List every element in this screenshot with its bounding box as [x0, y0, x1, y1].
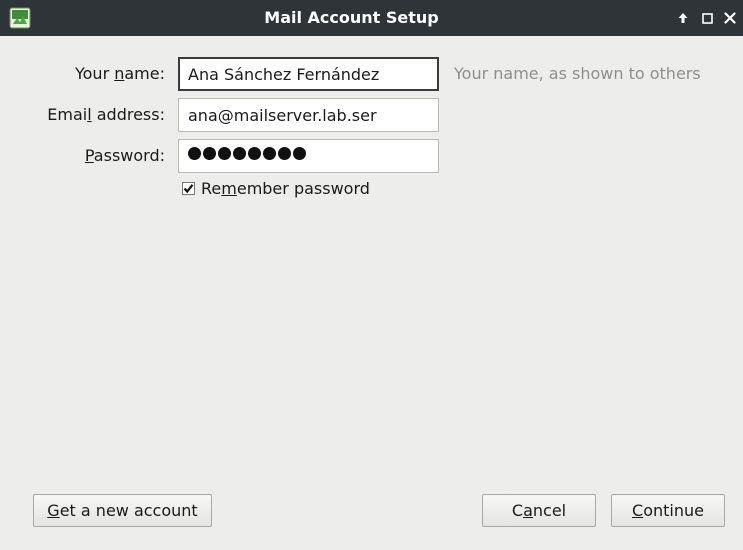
remember-password-option[interactable]: Remember password [182, 179, 370, 198]
password-dot [188, 147, 201, 160]
remember-password-checkbox[interactable] [182, 182, 195, 195]
password-dot [278, 147, 291, 160]
name-hint: Your name, as shown to others [454, 64, 701, 83]
password-dot [218, 147, 231, 160]
password-dot [263, 147, 276, 160]
password-dot [293, 147, 306, 160]
title-bar[interactable]: Mail Account Setup [0, 0, 743, 36]
window-title: Mail Account Setup [264, 8, 439, 27]
arrow-up-icon [678, 13, 688, 23]
email-input[interactable] [178, 98, 439, 132]
get-new-account-button[interactable]: Get a new account [33, 494, 212, 527]
mail-account-setup-window: Mail Account Setup Your name: Your name,… [0, 0, 743, 550]
password-mask [188, 147, 306, 160]
cancel-button[interactable]: Ca ncel [482, 494, 596, 527]
password-dot [233, 147, 246, 160]
remember-password-label: Remember password [201, 179, 370, 198]
password-dot [203, 147, 216, 160]
name-label: Your name: [74, 64, 165, 83]
maximize-button[interactable] [698, 9, 716, 27]
checkmark-icon [183, 184, 194, 194]
continue-button[interactable]: Continue [611, 494, 725, 527]
maximize-icon [701, 12, 713, 24]
email-label: Email address: [47, 105, 165, 124]
name-input[interactable] [178, 57, 439, 91]
close-icon [724, 12, 736, 24]
close-button[interactable] [721, 9, 739, 27]
password-label: Password: [84, 146, 165, 165]
pin-button[interactable] [674, 9, 692, 27]
password-dot [248, 147, 261, 160]
